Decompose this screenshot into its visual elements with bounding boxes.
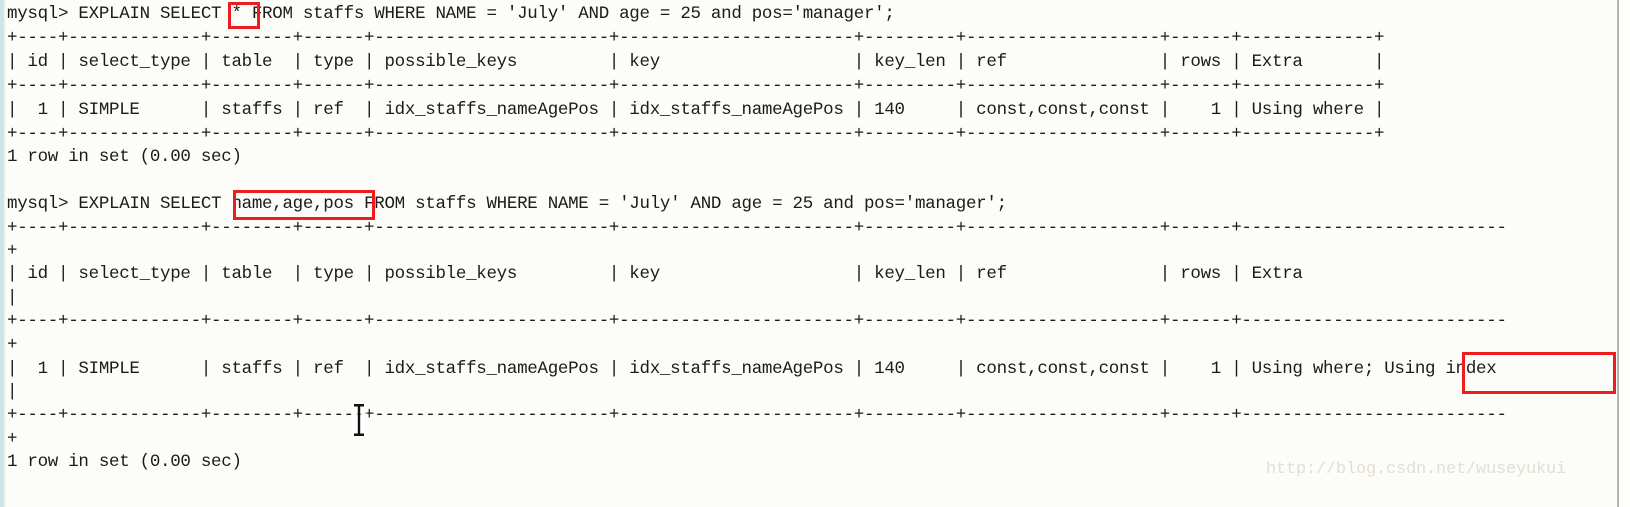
console-line: | (7, 288, 18, 308)
console-line: +----+-------------+--------+------+----… (7, 124, 1385, 144)
console-line: + (7, 429, 18, 449)
console-line: | (7, 382, 18, 402)
console-output-area[interactable]: mysql> EXPLAIN SELECT * FROM staffs WHER… (7, 0, 1617, 507)
console-line: +----+-------------+--------+------+----… (7, 76, 1385, 96)
watermark-text: http://blog.csdn.net/wuseyukui (1266, 460, 1567, 479)
console-line: +----+-------------+--------+------+----… (7, 218, 1507, 238)
console-line: + (7, 335, 18, 355)
console-line: | id | select_type | table | type | poss… (7, 52, 1385, 72)
right-edge-fill (1619, 0, 1630, 507)
console-line: | 1 | SIMPLE | staffs | ref | idx_staffs… (7, 359, 1507, 379)
console-line: | 1 | SIMPLE | staffs | ref | idx_staffs… (7, 100, 1385, 120)
left-edge-inner-strip (4, 0, 6, 507)
console-line: 1 row in set (0.00 sec) (7, 452, 242, 472)
console-line: mysql> EXPLAIN SELECT * FROM staffs WHER… (7, 4, 895, 24)
console-line: + (7, 241, 18, 261)
console-line: +----+-------------+--------+------+----… (7, 28, 1385, 48)
console-line: +----+-------------+--------+------+----… (7, 311, 1507, 331)
mysql-terminal-window: mysql> EXPLAIN SELECT * FROM staffs WHER… (0, 0, 1630, 507)
console-line: mysql> EXPLAIN SELECT name,age,pos FROM … (7, 194, 1007, 214)
console-line: +----+-------------+--------+------+----… (7, 405, 1507, 425)
console-line: | id | select_type | table | type | poss… (7, 264, 1507, 284)
console-line: 1 row in set (0.00 sec) (7, 147, 242, 167)
mouse-text-cursor (351, 403, 367, 437)
